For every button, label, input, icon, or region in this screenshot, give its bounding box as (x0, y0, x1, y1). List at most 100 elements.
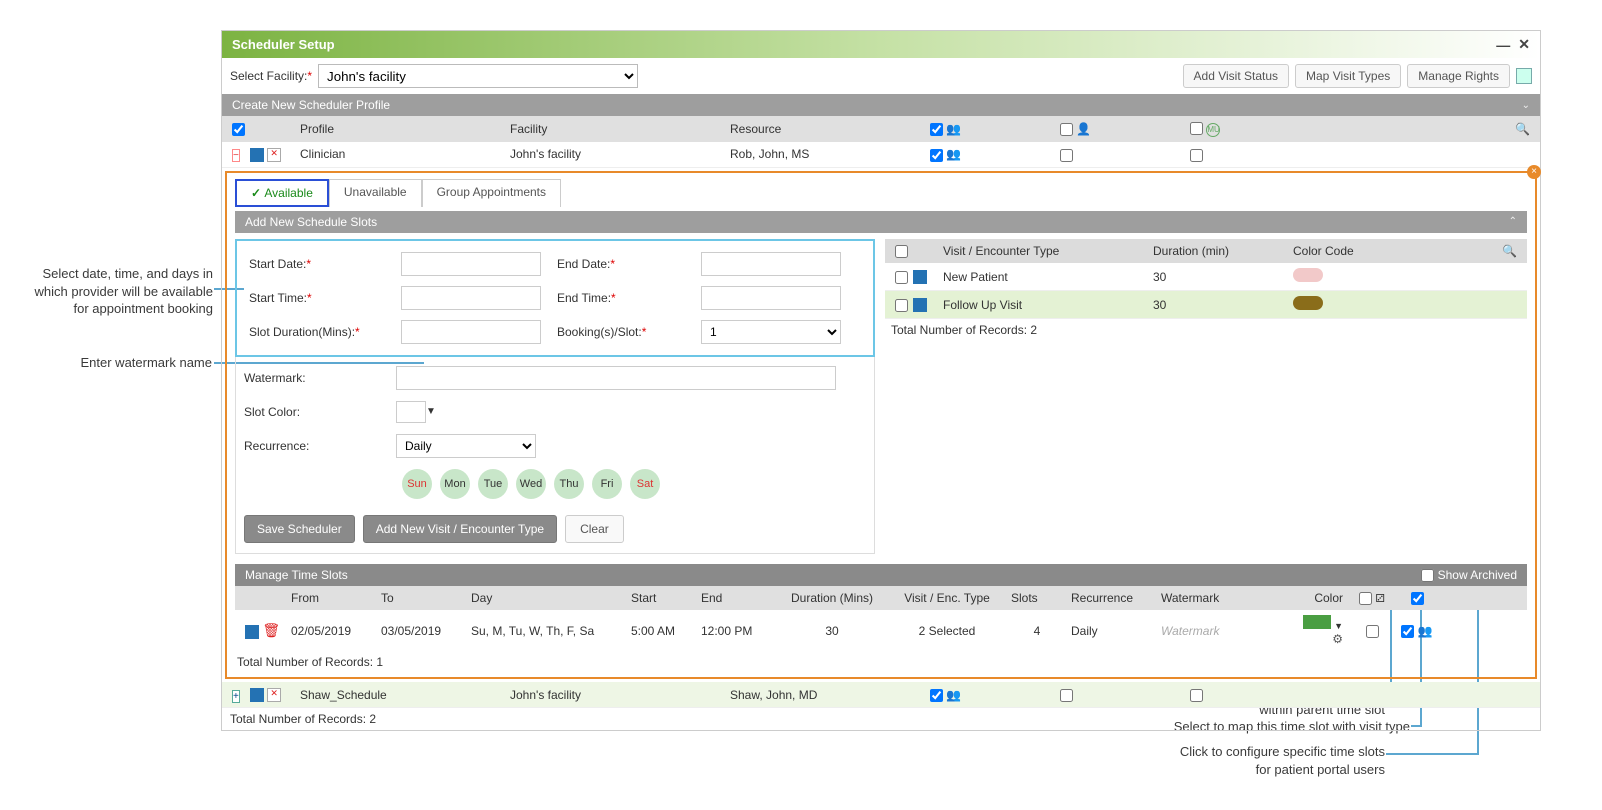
save-scheduler-button[interactable]: Save Scheduler (244, 515, 355, 543)
collapse-add-slots-icon[interactable]: ⌃ (1509, 216, 1517, 227)
main-panel: Scheduler Setup — ✕ Select Facility:* Jo… (221, 30, 1541, 731)
visit-select-all[interactable] (895, 245, 908, 258)
trash-icon[interactable]: 🗑 (262, 622, 280, 638)
facility-select[interactable]: John's facility (318, 64, 638, 88)
tab-unavailable[interactable]: Unavailable (329, 179, 422, 207)
section-create-profile: Create New Scheduler Profile ⌄ (222, 94, 1540, 116)
vt-name: New Patient (939, 268, 1149, 286)
schedule-form: Start Date:* End Date:* Start Time:* End… (235, 239, 875, 554)
col-group-checkbox[interactable] (1060, 123, 1073, 136)
form-zone: Start Date:* End Date:* Start Time:* End… (227, 233, 1535, 560)
profile-facility: John's facility (506, 145, 726, 163)
end-date-input[interactable] (701, 252, 841, 276)
day-sun[interactable]: Sun (402, 469, 432, 499)
search-icon[interactable]: 🔍 (1515, 122, 1530, 136)
profile-mu-checkbox[interactable] (1190, 149, 1203, 162)
annotation-portal-slots: Click to configure specific time slots f… (1175, 743, 1385, 778)
vt-color-swatch (1293, 268, 1323, 282)
frame-close-icon[interactable]: × (1527, 165, 1541, 179)
mts-col-recurrence: Recurrence (1067, 589, 1157, 607)
mts-col-end: End (697, 589, 777, 607)
profile-people-checkbox[interactable] (930, 149, 943, 162)
mts-row: 🗑 02/05/2019 03/05/2019 Su, M, Tu, W, Th… (235, 610, 1527, 651)
close-button[interactable]: ✕ (1518, 36, 1530, 53)
delete-icon[interactable] (267, 688, 281, 702)
col-facility: Facility (506, 120, 726, 138)
end-time-input[interactable] (701, 286, 841, 310)
mts-col-watermark: Watermark (1157, 589, 1287, 607)
day-sat[interactable]: Sat (630, 469, 660, 499)
profile-row: − Clinician John's facility Rob, John, M… (222, 142, 1540, 168)
people-icon: 👥 (946, 147, 961, 161)
vt-total: Total Number of Records: 2 (885, 319, 1527, 341)
day-wed[interactable]: Wed (516, 469, 546, 499)
col-mu-checkbox[interactable] (1190, 122, 1203, 135)
slot-duration-label: Slot Duration(Mins):* (241, 325, 401, 339)
day-thu[interactable]: Thu (554, 469, 584, 499)
facility-label: Select Facility:* (230, 69, 312, 83)
recurrence-select[interactable]: Daily (396, 434, 536, 458)
add-visit-type-button[interactable]: Add New Visit / Encounter Type (363, 515, 557, 543)
mts-col-color: Color (1287, 589, 1347, 607)
mts-share-all-checkbox[interactable] (1359, 592, 1372, 605)
section-title: Create New Scheduler Profile (232, 98, 390, 112)
profile-name: Shaw_Schedule (296, 686, 506, 704)
day-fri[interactable]: Fri (592, 469, 622, 499)
delete-icon[interactable] (267, 148, 281, 162)
show-archived-checkbox[interactable] (1421, 569, 1434, 582)
profile-group-checkbox[interactable] (1060, 689, 1073, 702)
edit-icon[interactable] (250, 148, 264, 162)
add-visit-status-button[interactable]: Add Visit Status (1183, 64, 1290, 88)
col-resource: Resource (726, 120, 926, 138)
select-all-profiles-checkbox[interactable] (232, 123, 245, 136)
mts-col-slots: Slots (1007, 589, 1067, 607)
manage-rights-button[interactable]: Manage Rights (1407, 64, 1510, 88)
expand-icon[interactable]: + (232, 690, 240, 703)
mts-col-day: Day (467, 589, 627, 607)
mts-portal-checkbox[interactable] (1401, 625, 1414, 638)
mts-color-swatch[interactable] (1303, 615, 1331, 629)
start-time-input[interactable] (401, 286, 541, 310)
add-slots-title: Add New Schedule Slots (245, 215, 377, 229)
tab-group-appointments[interactable]: Group Appointments (422, 179, 561, 207)
profile-group-checkbox[interactable] (1060, 149, 1073, 162)
profile-row: + Shaw_Schedule John's facility Shaw, Jo… (222, 682, 1540, 708)
mts-map-checkbox[interactable] (1366, 625, 1379, 638)
mts-portal-all-checkbox[interactable] (1411, 592, 1424, 605)
annotation-watermark: Enter watermark name (62, 354, 212, 372)
visit-row-checkbox[interactable] (895, 299, 908, 312)
profile-detail-frame: × Available Unavailable Group Appointmen… (225, 171, 1537, 680)
mts-col-from: From (287, 589, 377, 607)
mu-icon: MU (1206, 123, 1220, 137)
day-tue[interactable]: Tue (478, 469, 508, 499)
edit-icon[interactable] (250, 688, 264, 702)
slot-duration-input[interactable] (401, 320, 541, 344)
share-icon: ⚂ (1375, 593, 1385, 605)
day-mon[interactable]: Mon (440, 469, 470, 499)
profile-mu-checkbox[interactable] (1190, 689, 1203, 702)
bookings-select[interactable]: 1 (701, 320, 841, 344)
profile-name: Clinician (296, 145, 506, 163)
slot-color-picker[interactable] (396, 401, 426, 423)
configure-subslots-icon[interactable]: ⚙ (1332, 632, 1343, 646)
watermark-input[interactable] (396, 366, 836, 390)
minimize-button[interactable]: — (1496, 37, 1510, 53)
people-icon: 👥 (946, 688, 961, 702)
col-people-checkbox[interactable] (930, 123, 943, 136)
edit-icon[interactable] (913, 270, 927, 284)
copy-icon[interactable] (1516, 68, 1532, 84)
edit-icon[interactable] (245, 625, 259, 639)
visit-row-checkbox[interactable] (895, 271, 908, 284)
section-collapse-icon[interactable]: ⌄ (1522, 100, 1530, 111)
start-date-input[interactable] (401, 252, 541, 276)
title-bar: Scheduler Setup — ✕ (222, 31, 1540, 58)
collapse-icon[interactable]: − (232, 149, 240, 162)
tab-available[interactable]: Available (235, 179, 329, 207)
profile-facility: John's facility (506, 686, 726, 704)
search-icon[interactable]: 🔍 (1502, 244, 1517, 258)
edit-icon[interactable] (913, 298, 927, 312)
map-visit-types-button[interactable]: Map Visit Types (1295, 64, 1401, 88)
clear-button[interactable]: Clear (565, 515, 624, 543)
vt-name: Follow Up Visit (939, 296, 1149, 314)
profile-people-checkbox[interactable] (930, 689, 943, 702)
